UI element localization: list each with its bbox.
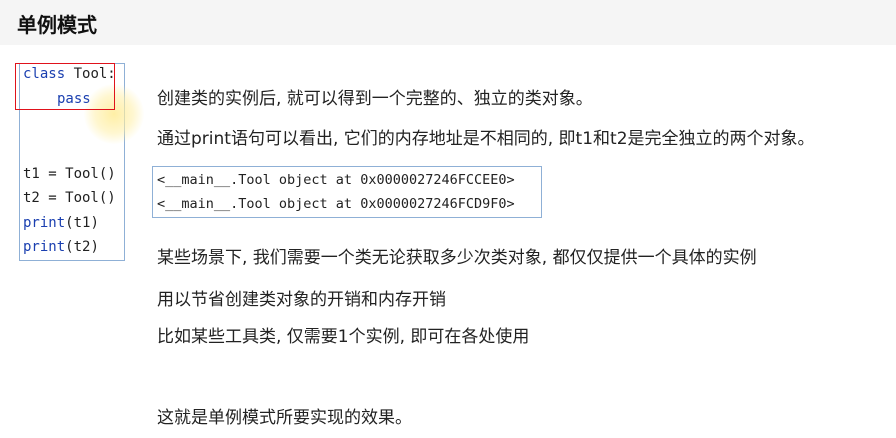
code-line-print2: print(t2) [23, 237, 99, 257]
text-line-6: 这就是单例模式所要实现的效果。 [157, 408, 412, 428]
text-line-2: 通过print语句可以看出, 它们的内存地址是不相同的, 即t1和t2是完全独立… [157, 129, 815, 149]
print-function: print [23, 215, 66, 231]
text-line-5: 比如某些工具类, 仅需要1个实例, 即可在各处使用 [157, 327, 530, 347]
text-line-4: 用以节省创建类对象的开销和内存开销 [157, 290, 446, 310]
output-line-2: <__main__.Tool object at 0x0000027246FCD… [157, 196, 515, 212]
page-title: 单例模式 [17, 13, 97, 37]
print-arg: (t2) [65, 239, 99, 255]
code-line-print1: print(t1) [23, 213, 99, 233]
print-function: print [23, 239, 66, 255]
output-line-1: <__main__.Tool object at 0x0000027246FCC… [157, 172, 515, 188]
code-line-t1: t1 = Tool() [23, 166, 116, 182]
code-line-t2: t2 = Tool() [23, 190, 116, 206]
text-line-1: 创建类的实例后, 就可以得到一个完整的、独立的类对象。 [157, 89, 593, 109]
header-bar: 单例模式 [0, 0, 896, 45]
annotation-box [15, 63, 115, 110]
text-line-3: 某些场景下, 我们需要一个类无论获取多少次类对象, 都仅仅提供一个具体的实例 [157, 248, 757, 268]
print-arg: (t1) [65, 215, 99, 231]
